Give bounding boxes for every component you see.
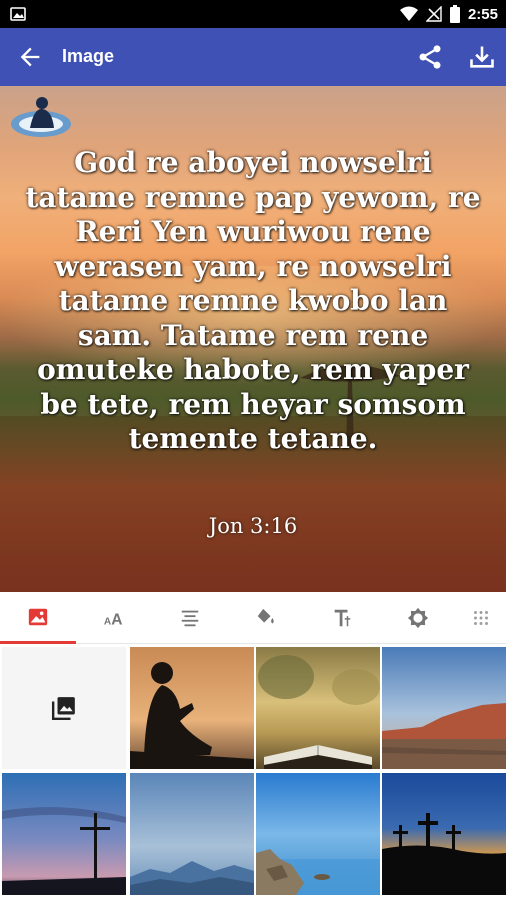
grid-dots-icon xyxy=(474,611,488,625)
share-icon[interactable] xyxy=(416,43,444,71)
silhouette-reading-image xyxy=(130,647,254,769)
background-thumb-rocky-lake[interactable] xyxy=(256,773,380,895)
brightness-tab[interactable] xyxy=(380,592,456,644)
align-center-icon xyxy=(181,610,199,627)
status-time: 2:55 xyxy=(467,5,498,23)
wifi-icon xyxy=(399,6,418,21)
color-fill-tab[interactable] xyxy=(228,592,304,644)
red-rock-mesa-image xyxy=(382,647,506,769)
cross-at-dusk-image xyxy=(2,773,126,895)
more-tab[interactable] xyxy=(456,592,506,644)
rocky-blue-lake-image xyxy=(256,773,380,895)
background-grid xyxy=(0,645,506,900)
back-arrow-icon[interactable] xyxy=(16,43,44,71)
brightness-icon xyxy=(407,607,429,629)
font-size-icon: A A xyxy=(104,611,123,628)
image-tab[interactable] xyxy=(0,592,76,644)
paint-bucket-icon xyxy=(257,608,274,624)
verse-reference: Jon 3:16 xyxy=(208,514,298,538)
background-thumb-misty-mountains[interactable] xyxy=(130,773,254,895)
background-thumb-silhouette-reading[interactable] xyxy=(130,647,254,769)
photo-library-icon xyxy=(51,697,75,721)
download-icon[interactable] xyxy=(468,43,496,71)
font-size-tab[interactable]: A A xyxy=(76,592,152,644)
verse-image[interactable]: God re aboyei nowselri tatame remne pap … xyxy=(0,86,506,592)
text-format-icon xyxy=(334,609,351,627)
verse-text: God re aboyei nowselri tatame remne pap … xyxy=(25,146,481,455)
background-thumb-cross-dusk[interactable] xyxy=(2,773,126,895)
misty-mountains-image xyxy=(130,773,254,895)
svg-text:A: A xyxy=(111,611,122,628)
status-bar: 2:55 xyxy=(0,0,506,28)
gallery-picker[interactable] xyxy=(2,647,126,769)
editor-toolbar: A A xyxy=(0,592,506,644)
open-bible-image xyxy=(256,647,380,769)
app-bar: Image xyxy=(0,28,506,86)
page-title: Image xyxy=(62,46,115,66)
praying-person-logo xyxy=(11,97,71,137)
align-tab[interactable] xyxy=(152,592,228,644)
battery-icon xyxy=(449,5,460,23)
no-signal-icon xyxy=(425,6,442,22)
three-crosses-image xyxy=(382,773,506,895)
background-thumb-open-bible[interactable] xyxy=(256,647,380,769)
background-thumb-red-rock[interactable] xyxy=(382,647,506,769)
background-thumb-three-crosses[interactable] xyxy=(382,773,506,895)
image-notification-icon xyxy=(10,7,26,21)
text-style-tab[interactable] xyxy=(304,592,380,644)
image-icon xyxy=(28,608,48,625)
